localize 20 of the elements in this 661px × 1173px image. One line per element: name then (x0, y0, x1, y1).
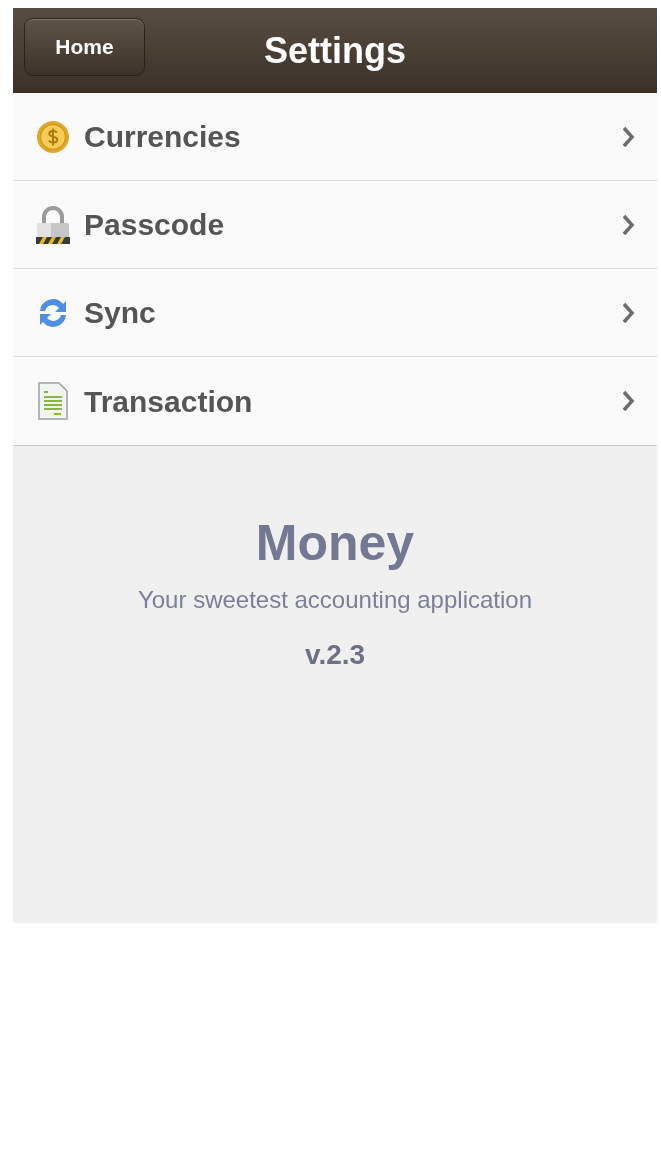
app-version: v.2.3 (304, 638, 366, 672)
settings-row[interactable]: Currencies (13, 93, 657, 181)
home-button[interactable]: Home (24, 18, 145, 76)
chevron-icon (621, 301, 635, 324)
chevron-icon (621, 125, 635, 148)
settings-label: Currencies (84, 119, 242, 155)
padlock-icon (35, 205, 71, 244)
settings-label: Sync (84, 295, 157, 331)
chevron-icon (621, 390, 635, 412)
chevron-icon (621, 213, 635, 236)
app-name: Money (255, 518, 415, 568)
screen-title: Settings (264, 32, 406, 69)
settings-label: Transaction (84, 383, 254, 420)
coin-icon (36, 119, 70, 154)
app-tagline: Your sweetest accounting application (137, 585, 532, 615)
settings-label: Passcode (84, 207, 226, 243)
settings-row[interactable]: Passcode (13, 181, 657, 269)
settings-row[interactable]: Transaction (13, 357, 657, 445)
document-icon (38, 382, 68, 420)
settings-row[interactable]: Sync (13, 269, 657, 357)
